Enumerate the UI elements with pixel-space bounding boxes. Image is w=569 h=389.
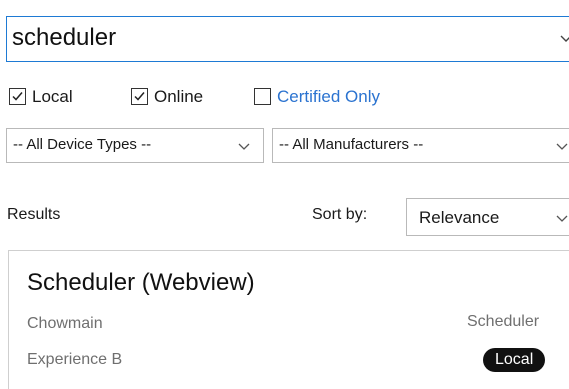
result-card[interactable]: Scheduler (Webview) Chowmain Experience … xyxy=(8,250,569,389)
result-manufacturer: Chowmain xyxy=(27,315,103,332)
result-type: Scheduler xyxy=(467,313,540,330)
results-label: Results xyxy=(7,206,61,223)
sort-by-label: Sort by: xyxy=(312,206,368,223)
checkmark-icon xyxy=(12,92,23,101)
manufacturer-selected: -- All Manufacturers -- xyxy=(279,136,424,153)
result-experience: Experience B xyxy=(27,351,123,368)
manufacturer-dropdown[interactable]: -- All Manufacturers -- xyxy=(272,128,569,163)
sort-dropdown[interactable]: Relevance xyxy=(406,198,569,236)
search-combobox[interactable]: scheduler xyxy=(6,16,569,62)
chevron-down-icon[interactable] xyxy=(559,31,569,45)
result-title: Scheduler (Webview) xyxy=(27,269,255,296)
chevron-down-icon xyxy=(238,143,250,150)
driver-search-panel: scheduler Local Online Certified Only --… xyxy=(0,0,569,389)
search-input[interactable]: scheduler xyxy=(12,24,116,52)
checkbox-box[interactable] xyxy=(131,88,148,105)
certified-only-label: Certified Only xyxy=(277,87,380,106)
device-type-selected: -- All Device Types -- xyxy=(13,136,152,153)
chevron-down-icon xyxy=(556,215,568,222)
chevron-down-icon xyxy=(556,143,568,150)
checkbox-box[interactable] xyxy=(9,88,26,105)
sort-selected: Relevance xyxy=(419,208,500,227)
local-checkbox-label: Local xyxy=(32,87,73,106)
device-type-dropdown[interactable]: -- All Device Types -- xyxy=(6,128,264,163)
checkbox-box[interactable] xyxy=(254,88,271,105)
local-badge: Local xyxy=(483,348,546,372)
online-checkbox-label: Online xyxy=(154,87,204,106)
checkmark-icon xyxy=(134,92,145,101)
